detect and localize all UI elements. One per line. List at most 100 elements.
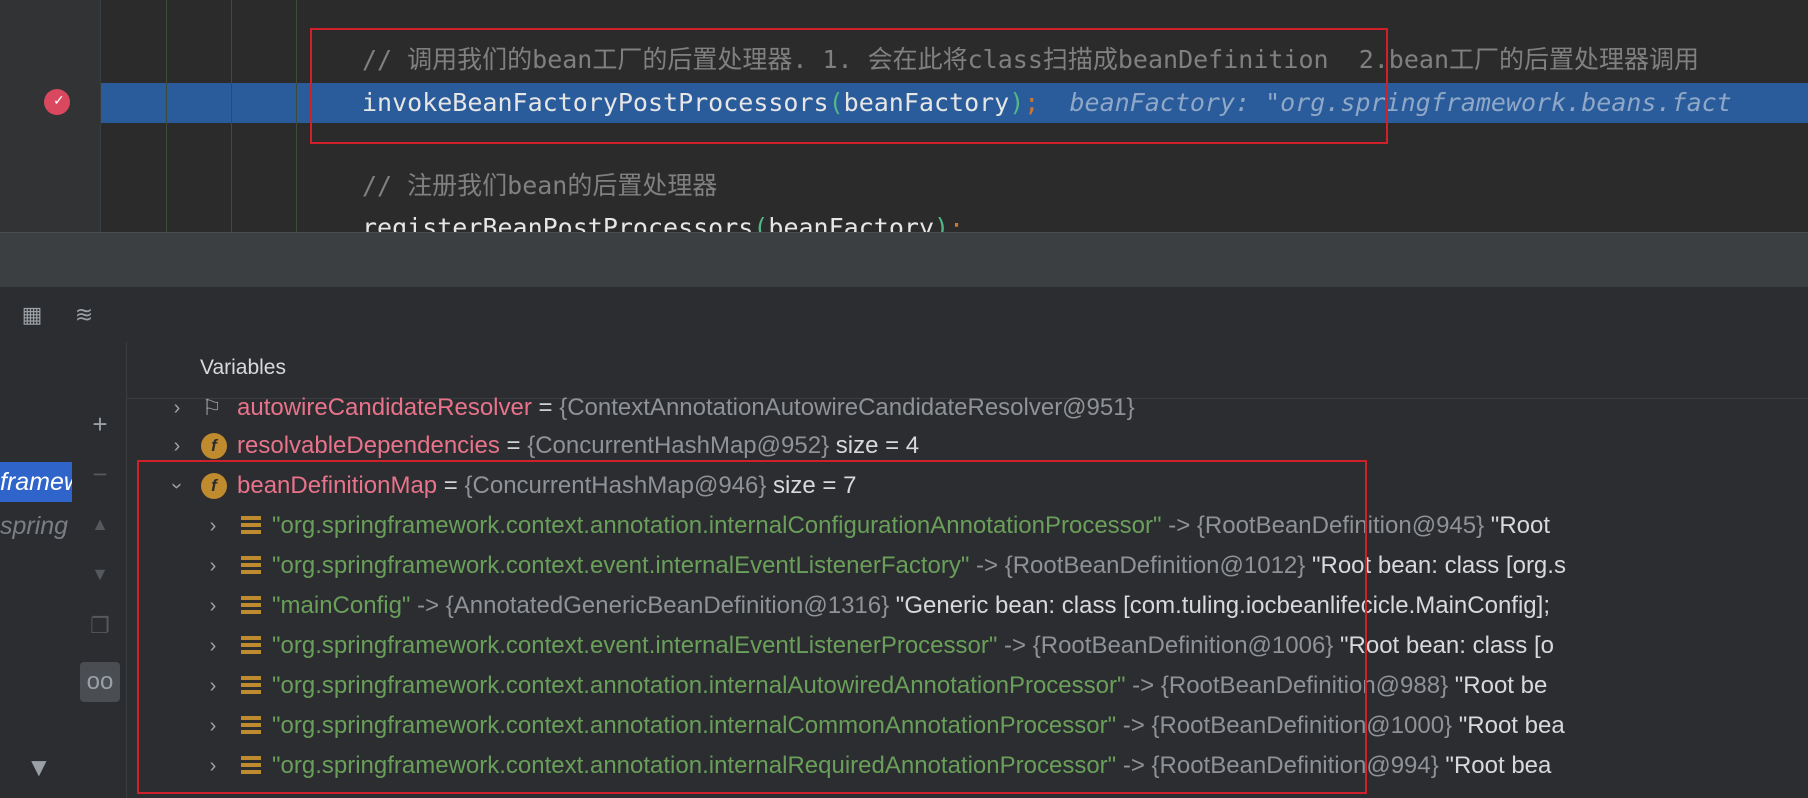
- frame-item[interactable]: spring: [0, 508, 72, 544]
- entry-desc: "Root bea: [1438, 752, 1552, 779]
- chevron-right-icon[interactable]: ›: [167, 388, 187, 428]
- code-comment-1: // 调用我们的bean工厂的后置处理器. 1. 会在此将class扫描成bea…: [362, 45, 1700, 74]
- field-icon: f: [201, 473, 227, 499]
- entry-desc: "Root: [1484, 512, 1551, 539]
- equals-sign: =: [437, 472, 465, 499]
- map-entry-icon: [241, 596, 261, 616]
- argument: beanFactory: [843, 88, 1010, 117]
- variable-value: {ConcurrentHashMap@946}: [464, 472, 767, 499]
- argument: beanFactory: [768, 213, 934, 232]
- entry-key: "org.springframework.context.annotation.…: [272, 752, 1117, 779]
- variable-name: resolvableDependencies: [237, 432, 500, 459]
- chevron-right-icon[interactable]: ›: [203, 586, 223, 626]
- entry-arrow: ->: [1116, 752, 1152, 779]
- chevron-down-icon[interactable]: ›: [157, 476, 197, 496]
- field-icon: f: [201, 433, 227, 459]
- chevron-right-icon[interactable]: ›: [167, 426, 187, 466]
- entry-key: "mainConfig": [272, 592, 411, 619]
- variable-row[interactable]: › f resolvableDependencies = {Concurrent…: [127, 426, 1808, 466]
- indent-guide: [296, 0, 297, 232]
- equals-sign: =: [499, 432, 528, 459]
- semicolon: ;: [949, 213, 965, 232]
- variable-row[interactable]: › ⚐ autowireCandidateResolver = {Context…: [127, 388, 1808, 428]
- map-entry-row[interactable]: › "org.springframework.context.event.int…: [127, 546, 1808, 586]
- variable-value: {ConcurrentHashMap@952}: [527, 432, 830, 459]
- arrow-up-icon[interactable]: ▲: [80, 504, 120, 544]
- map-entry-row[interactable]: › "mainConfig" -> {AnnotatedGenericBeanD…: [127, 586, 1808, 626]
- entry-value: {RootBeanDefinition@945}: [1196, 512, 1485, 539]
- code-line-register[interactable]: registerBeanPostProcessors(beanFactory);: [362, 208, 964, 232]
- table-icon[interactable]: ▦: [18, 301, 46, 329]
- variable-row-expanded[interactable]: › f beanDefinitionMap = {ConcurrentHashM…: [127, 466, 1808, 506]
- method-call: registerBeanPostProcessors: [362, 213, 754, 232]
- glasses-icon[interactable]: oo: [80, 662, 120, 702]
- entry-key: "org.springframework.context.event.inter…: [272, 632, 998, 659]
- copy-icon[interactable]: ❐: [80, 606, 120, 646]
- map-entry-icon: [241, 716, 261, 736]
- gutter-divider: [100, 0, 101, 232]
- paren-open: (: [828, 88, 844, 117]
- variable-value: {ContextAnnotationAutowireCandidateResol…: [559, 394, 1135, 421]
- map-entry-row[interactable]: › "org.springframework.context.event.int…: [127, 626, 1808, 666]
- plus-icon[interactable]: +: [80, 404, 120, 444]
- entry-arrow: ->: [997, 632, 1033, 659]
- chevron-right-icon[interactable]: ›: [203, 506, 223, 546]
- method-call: invokeBeanFactoryPostProcessors: [362, 88, 829, 117]
- entry-value: {AnnotatedGenericBeanDefinition@1316}: [445, 592, 890, 619]
- threads-icon[interactable]: ≋: [70, 301, 98, 329]
- entry-value: {RootBeanDefinition@1006}: [1032, 632, 1334, 659]
- filter-icon[interactable]: ▼: [26, 752, 52, 783]
- entry-desc: "Root be: [1448, 672, 1548, 699]
- entry-key: "org.springframework.context.annotation.…: [272, 712, 1117, 739]
- watches-toolbar: + − ▲ ▼ ❐ oo: [74, 342, 127, 798]
- chevron-right-icon[interactable]: ›: [203, 666, 223, 706]
- semicolon: ;: [1024, 88, 1040, 117]
- map-entry-icon: [241, 636, 261, 656]
- frame-item-selected[interactable]: framew: [0, 462, 72, 502]
- paren-open: (: [753, 213, 769, 232]
- entry-desc: "Root bea: [1452, 712, 1565, 739]
- editor-gutter[interactable]: [0, 0, 100, 232]
- chevron-right-icon[interactable]: ›: [203, 706, 223, 746]
- size-label: size = 7: [766, 472, 857, 499]
- paren-close: ): [933, 213, 950, 232]
- entry-key: "org.springframework.context.event.inter…: [272, 552, 970, 579]
- map-entry-row[interactable]: › "org.springframework.context.annotatio…: [127, 666, 1808, 706]
- indent-guide: [166, 0, 167, 232]
- entry-arrow: ->: [969, 552, 1005, 579]
- indent-guide: [231, 0, 232, 232]
- code-line-invoke[interactable]: invokeBeanFactoryPostProcessors(beanFact…: [362, 83, 1732, 123]
- entry-key: "org.springframework.context.annotation.…: [272, 672, 1126, 699]
- equals-sign: =: [531, 394, 560, 421]
- map-entry-icon: [241, 556, 261, 576]
- entry-arrow: ->: [1161, 512, 1197, 539]
- entry-desc: "Root bean: class [o: [1333, 632, 1554, 659]
- minus-icon[interactable]: −: [80, 454, 120, 494]
- entry-arrow: ->: [410, 592, 446, 619]
- inline-debug-hint: beanFactory: "org.springframework.beans.…: [1069, 88, 1732, 117]
- map-entry-icon: [241, 516, 261, 536]
- chevron-right-icon[interactable]: ›: [203, 626, 223, 666]
- breakpoint-icon[interactable]: ✓: [44, 89, 70, 115]
- code-editor[interactable]: ✓ // 调用我们的bean工厂的后置处理器. 1. 会在此将class扫描成b…: [0, 0, 1808, 232]
- variable-name: autowireCandidateResolver: [237, 394, 532, 421]
- entry-desc: "Root bean: class [org.s: [1305, 552, 1566, 579]
- variables-panel: Variables › ⚐ autowireCandidateResolver …: [127, 342, 1808, 798]
- entry-arrow: ->: [1125, 672, 1161, 699]
- debug-toolbar: ▦ ≋: [0, 286, 1808, 344]
- map-entry-icon: [241, 676, 261, 696]
- arrow-down-icon[interactable]: ▼: [80, 554, 120, 594]
- flag-icon: ⚐: [202, 395, 222, 420]
- map-entry-row[interactable]: › "org.springframework.context.annotatio…: [127, 746, 1808, 786]
- map-entry-row[interactable]: › "org.springframework.context.annotatio…: [127, 506, 1808, 546]
- chevron-right-icon[interactable]: ›: [203, 746, 223, 786]
- entry-value: {RootBeanDefinition@988}: [1160, 672, 1449, 699]
- entry-desc: "Generic bean: class [com.tuling.iocbean…: [889, 592, 1550, 619]
- map-entry-row[interactable]: › "org.springframework.context.annotatio…: [127, 706, 1808, 746]
- entry-value: {RootBeanDefinition@1012}: [1004, 552, 1306, 579]
- size-label: size = 4: [829, 432, 920, 459]
- paren-close: ): [1009, 88, 1025, 117]
- entry-arrow: ->: [1116, 712, 1152, 739]
- frames-panel: ▼ framew spring: [0, 342, 75, 798]
- chevron-right-icon[interactable]: ›: [203, 546, 223, 586]
